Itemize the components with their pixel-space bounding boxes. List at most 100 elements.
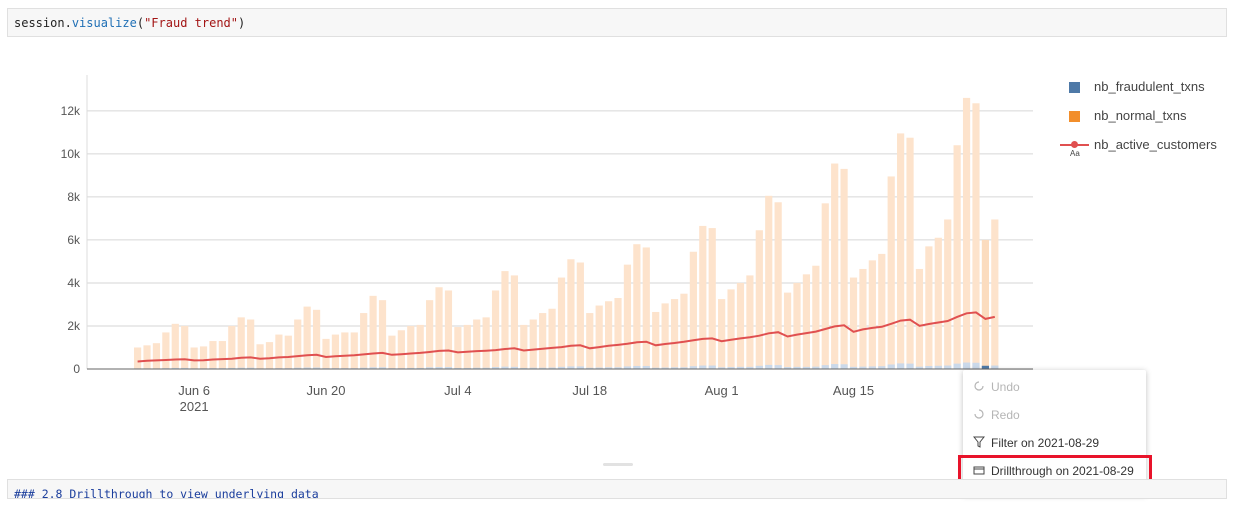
normal-bar[interactable] [520,324,528,369]
normal-bar[interactable] [209,341,217,369]
resize-handle[interactable] [603,463,633,466]
normal-bar[interactable] [444,290,453,369]
normal-bar[interactable] [152,343,161,369]
normal-bar[interactable] [802,274,811,369]
normal-bar[interactable] [746,275,754,369]
fraud-bar[interactable] [944,365,952,369]
normal-bar[interactable] [190,347,198,369]
normal-bar[interactable] [897,133,905,369]
normal-bar[interactable] [765,195,773,369]
normal-bar[interactable] [143,345,151,369]
normal-bar[interactable] [972,103,980,370]
normal-bar[interactable] [576,262,584,370]
fraud-bar[interactable] [774,365,782,369]
normal-bar[interactable] [360,313,368,369]
normal-bar[interactable] [275,334,283,369]
normal-bar[interactable] [868,260,876,369]
normal-bar[interactable] [661,303,669,369]
normal-bar[interactable] [849,277,858,369]
normal-bar[interactable] [944,219,952,369]
normal-bar[interactable] [388,335,396,369]
normal-bar[interactable] [670,299,679,369]
normal-bar[interactable] [256,344,264,369]
normal-bar[interactable] [887,176,895,369]
normal-bar[interactable] [265,342,274,369]
normal-bar[interactable] [727,289,735,369]
normal-bar[interactable] [539,313,547,369]
normal-bar[interactable] [162,332,170,369]
normal-bar[interactable] [915,268,924,369]
normal-bar[interactable] [934,237,942,369]
normal-bar[interactable] [708,228,716,369]
normal-bar[interactable] [473,319,481,369]
normal-bar[interactable] [322,338,330,369]
menu-item-redo[interactable]: Redo [963,400,1146,428]
normal-bar[interactable] [680,293,688,369]
normal-bar[interactable] [953,145,961,369]
fraud-bar[interactable] [953,363,961,369]
normal-bar[interactable] [699,225,707,369]
fraud-bar[interactable] [840,364,848,369]
normal-bar[interactable] [689,251,697,369]
normal-bar[interactable] [595,305,603,369]
normal-bar[interactable] [736,282,745,369]
normal-bar[interactable] [925,246,933,369]
fraud-bar[interactable] [897,363,905,369]
normal-bar[interactable] [199,346,208,369]
normal-bar[interactable] [642,247,650,369]
normal-bar[interactable] [821,203,829,369]
menu-item-filter[interactable]: Filter on 2021-08-29 [963,428,1146,456]
normal-bar[interactable] [454,327,462,369]
normal-bar[interactable] [435,287,443,369]
normal-bar[interactable] [510,275,518,369]
fraud-bar[interactable] [887,364,895,369]
normal-bar[interactable] [284,335,292,369]
normal-bar[interactable] [793,282,801,369]
normal-bar[interactable] [991,219,999,369]
normal-bar[interactable] [341,332,349,369]
normal-bar[interactable] [812,265,820,369]
normal-bar[interactable] [840,168,848,369]
normal-bar[interactable] [407,325,415,369]
normal-bar[interactable] [247,319,255,369]
normal-bar[interactable] [350,332,358,369]
fraud-bar[interactable] [972,362,980,369]
normal-bar[interactable] [586,313,594,369]
normal-bar[interactable] [774,202,782,369]
normal-bar[interactable] [218,341,226,369]
normal-bar[interactable] [878,253,886,369]
normal-bar[interactable] [859,268,867,369]
normal-bar[interactable] [614,298,622,369]
normal-bar[interactable] [331,334,340,369]
normal-bar[interactable] [303,306,311,369]
normal-bar[interactable] [501,271,509,369]
fraud-bar[interactable] [821,365,829,369]
normal-bar[interactable] [981,239,989,369]
normal-bar[interactable] [416,324,424,369]
fraud-bar[interactable] [991,365,999,369]
normal-bar[interactable] [426,300,434,369]
normal-bar[interactable] [633,244,641,369]
normal-bar[interactable] [397,330,405,369]
normal-bar[interactable] [755,230,763,369]
normal-bar[interactable] [831,163,839,369]
markdown-cell[interactable]: ### 2.8 Drillthrough to view underlying … [7,479,1227,499]
fraud-bar[interactable] [765,364,773,369]
fraud-bar[interactable] [962,362,971,369]
normal-bar[interactable] [294,319,302,369]
fraud-bar[interactable] [708,365,716,369]
normal-bar[interactable] [134,347,142,369]
normal-bar[interactable] [783,292,792,369]
menu-item-undo[interactable]: Undo [963,372,1146,400]
normal-bar[interactable] [181,325,189,369]
fraud-bar[interactable] [699,365,707,369]
normal-bar[interactable] [623,264,632,369]
normal-bar[interactable] [548,308,556,369]
normal-bar[interactable] [491,290,500,369]
normal-bar[interactable] [463,324,471,369]
normal-bar[interactable] [652,311,660,369]
normal-bar[interactable] [228,325,236,369]
fraud-bar[interactable] [831,364,839,369]
normal-bar[interactable] [567,259,575,369]
normal-bar[interactable] [312,309,321,369]
